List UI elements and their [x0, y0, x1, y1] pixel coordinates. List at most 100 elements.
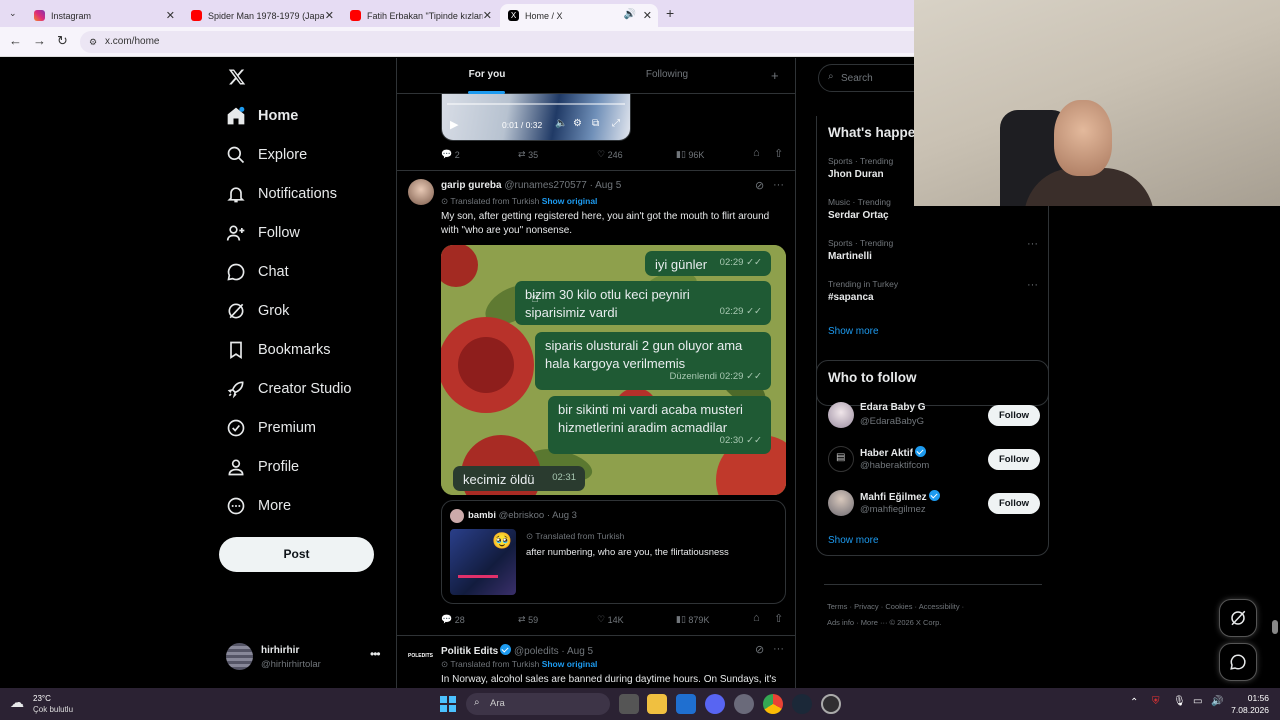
- pip-icon[interactable]: ⧉: [592, 118, 599, 129]
- scrollbar[interactable]: [1272, 620, 1278, 634]
- show-more-trends-link[interactable]: Show more: [828, 326, 879, 337]
- follow-suggestion[interactable]: Mahfi Eğilmez @mahfiegilmez Follow: [817, 487, 1050, 523]
- footer-link[interactable]: Privacy: [854, 602, 879, 611]
- bookmark-icon[interactable]: ⌂: [753, 147, 760, 159]
- more-dots-icon[interactable]: ···: [773, 179, 784, 191]
- post-button[interactable]: Post: [219, 537, 374, 572]
- grok-icon[interactable]: ⊘: [755, 179, 764, 192]
- video-progress-bar[interactable]: [447, 103, 625, 105]
- nav-creator-studio[interactable]: Creator Studio: [226, 374, 352, 404]
- share-icon[interactable]: ⇧: [774, 147, 783, 160]
- nav-more[interactable]: More: [226, 491, 291, 521]
- nav-chat[interactable]: Chat: [226, 257, 289, 287]
- close-tab-icon[interactable]: ✕: [325, 9, 334, 22]
- tweet-image[interactable]: iyi günler 02:29 ✓✓ bizim 30 kilo otlu k…: [441, 245, 786, 495]
- video-player[interactable]: ▶ 0:01 / 0:32 🔈 ⚙ ⧉ ⤢: [441, 94, 631, 141]
- footer-link[interactable]: Terms: [827, 602, 847, 611]
- add-tab-icon[interactable]: +: [771, 68, 779, 83]
- play-icon[interactable]: ▶: [450, 118, 458, 131]
- close-tab-icon[interactable]: ✕: [483, 9, 492, 22]
- tab-following[interactable]: Following: [577, 58, 757, 94]
- nav-home[interactable]: Home: [226, 101, 298, 131]
- x-logo-icon[interactable]: [228, 68, 246, 86]
- more-dots-icon[interactable]: ···: [1027, 279, 1038, 291]
- settings-icon[interactable]: ⚙: [573, 118, 582, 129]
- reload-icon[interactable]: ↻: [57, 33, 68, 49]
- nav-grok[interactable]: Grok: [226, 296, 289, 326]
- tray-app-icon[interactable]: ⛨: [1152, 696, 1160, 707]
- footer-link[interactable]: Cookies: [885, 602, 912, 611]
- tweet-author-avatar[interactable]: [408, 179, 434, 205]
- follow-suggestion[interactable]: ▤ Haber Aktif @haberaktifcom Follow: [817, 443, 1050, 479]
- obs-icon[interactable]: [821, 694, 841, 714]
- tab-instagram[interactable]: Instagram ✕: [26, 4, 181, 27]
- file-explorer-icon[interactable]: [647, 694, 667, 714]
- grok-icon[interactable]: ⊘: [755, 643, 764, 656]
- author-handle[interactable]: @runames270577: [504, 180, 586, 191]
- tab-home-x[interactable]: X Home / X 🔊 ✕: [500, 4, 658, 27]
- more-dots-icon[interactable]: •••: [370, 647, 381, 661]
- author-name[interactable]: Politik Edits: [441, 646, 498, 657]
- repost-button[interactable]: ⇄ 35: [518, 149, 538, 160]
- volume-icon[interactable]: 🔊: [1211, 696, 1223, 707]
- author-handle[interactable]: @poledits: [514, 646, 559, 657]
- account-switcher[interactable]: hirhirhir @hirhirhirtolar •••: [226, 643, 386, 673]
- volume-icon[interactable]: 🔈: [555, 118, 567, 129]
- follow-button[interactable]: Follow: [988, 493, 1040, 514]
- mic-icon[interactable]: 🎙: [1173, 696, 1186, 707]
- speaker-icon[interactable]: 🔊: [624, 9, 636, 20]
- fullscreen-icon[interactable]: ⤢: [612, 118, 620, 129]
- clock-time[interactable]: 01:56: [1233, 693, 1269, 703]
- more-dots-icon[interactable]: ···: [773, 643, 784, 655]
- reply-button[interactable]: 💬 2: [441, 149, 460, 160]
- steam-icon[interactable]: [792, 694, 812, 714]
- site-info-icon[interactable]: ⚙: [89, 31, 97, 53]
- show-more-follow-link[interactable]: Show more: [828, 535, 879, 546]
- close-tab-icon[interactable]: ✕: [166, 9, 175, 22]
- follow-button[interactable]: Follow: [988, 405, 1040, 426]
- author-name[interactable]: garip gureba: [441, 180, 502, 191]
- nav-follow[interactable]: Follow: [226, 218, 300, 248]
- trend-item[interactable]: Trending in Turkey #sapanca ···: [828, 279, 1038, 303]
- show-original-link[interactable]: Show original: [542, 659, 598, 669]
- more-dots-icon[interactable]: ···: [1027, 238, 1038, 250]
- tab-list-chevron-icon[interactable]: ⌄: [9, 8, 17, 19]
- trend-item[interactable]: Sports · Trending Martinelli ···: [828, 238, 1038, 262]
- show-original-link[interactable]: Show original: [542, 196, 598, 206]
- footer-link[interactable]: Accessibility: [919, 602, 960, 611]
- outlook-icon[interactable]: [676, 694, 696, 714]
- share-icon[interactable]: ⇧: [774, 612, 783, 625]
- discord-icon[interactable]: [705, 694, 725, 714]
- nav-profile[interactable]: Profile: [226, 452, 299, 482]
- forward-icon[interactable]: →: [33, 33, 46, 48]
- nav-explore[interactable]: Explore: [226, 140, 307, 170]
- tray-chevron-icon[interactable]: ⌃: [1130, 697, 1138, 708]
- views-button[interactable]: ▮▯ 879K: [676, 614, 709, 625]
- chat-floating-button[interactable]: [1219, 643, 1257, 681]
- nav-notifications[interactable]: Notifications: [226, 179, 337, 209]
- repost-button[interactable]: ⇄ 59: [518, 614, 538, 625]
- clock-date[interactable]: 7.08.2026: [1226, 705, 1269, 715]
- grok-floating-button[interactable]: [1219, 599, 1257, 637]
- like-button[interactable]: ♡ 246: [597, 149, 623, 160]
- weather-widget[interactable]: ☁ 23°C Çok bulutlu: [10, 692, 100, 716]
- follow-suggestion[interactable]: Edara Baby G @EdaraBabyG Follow: [817, 399, 1050, 435]
- footer-link[interactable]: More ···: [861, 618, 888, 627]
- quote-tweet[interactable]: bambi @ebriskoo · Aug 3 🥹 ⊙ Translated f…: [441, 500, 786, 604]
- tab-fatih-erbakan[interactable]: Fatih Erbakan "Tipinde kızları ç… ✕: [342, 4, 498, 27]
- footer-link[interactable]: Ads info: [827, 618, 854, 627]
- views-button[interactable]: ▮▯ 96K: [676, 149, 704, 160]
- settings-app-icon[interactable]: [734, 694, 754, 714]
- close-tab-icon[interactable]: ✕: [643, 9, 652, 22]
- post-date[interactable]: · Aug 5: [561, 646, 593, 657]
- display-icon[interactable]: ▭: [1193, 696, 1202, 707]
- bookmark-icon[interactable]: ⌂: [753, 612, 760, 624]
- tweet-author-avatar[interactable]: POLEDITS: [408, 646, 434, 666]
- follow-button[interactable]: Follow: [988, 449, 1040, 470]
- nav-premium[interactable]: Premium: [226, 413, 316, 443]
- like-button[interactable]: ♡ 14K: [597, 614, 624, 625]
- chrome-icon[interactable]: [763, 694, 783, 714]
- start-button[interactable]: [440, 696, 456, 712]
- tab-spiderman[interactable]: Spider Man 1978-1979 (Japanese… ✕: [183, 4, 340, 27]
- post-date[interactable]: · Aug 5: [590, 180, 622, 191]
